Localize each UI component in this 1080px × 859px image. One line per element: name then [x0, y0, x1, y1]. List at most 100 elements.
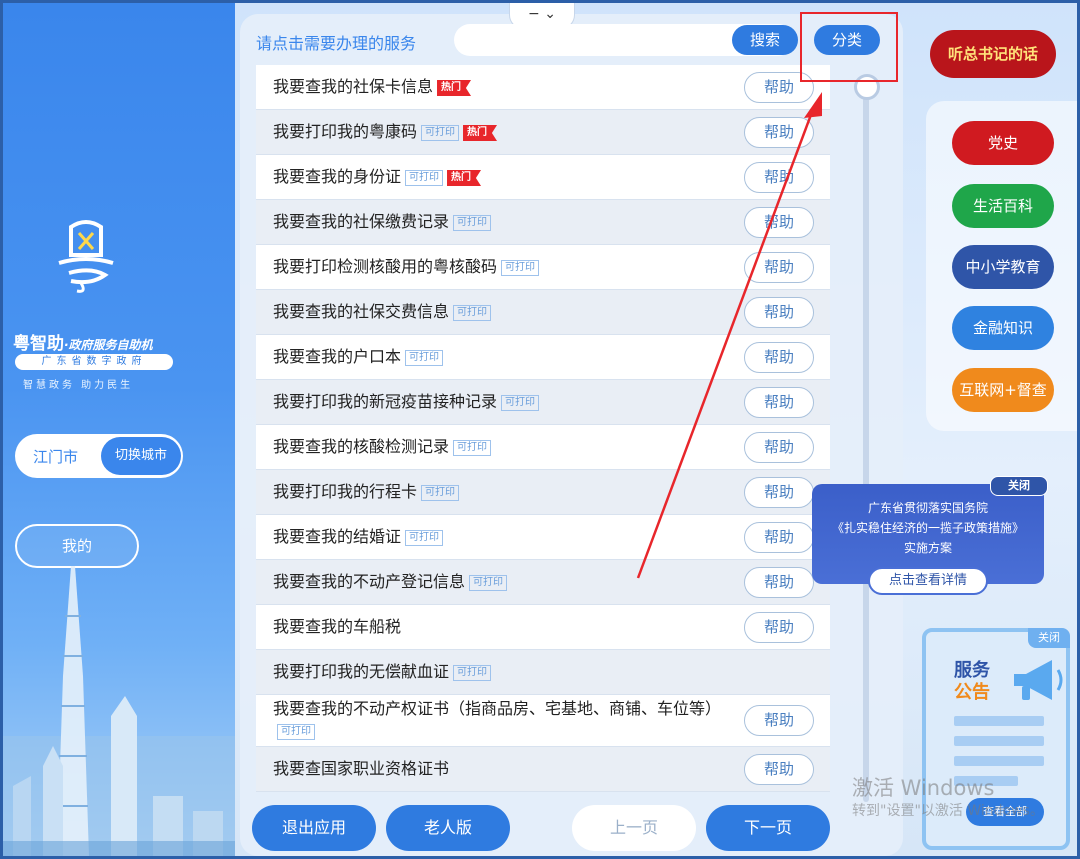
service-row[interactable]: 我要查我的社保卡信息 热门 帮助	[256, 65, 830, 110]
help-button[interactable]: 帮助	[744, 117, 814, 148]
service-label: 我要查国家职业资格证书	[273, 747, 449, 791]
service-text: 我要查国家职业资格证书	[273, 759, 450, 778]
printable-tag: 可打印	[453, 305, 492, 321]
service-row[interactable]: 我要查我的不动产权证书（指商品房、宅基地、商铺、车位等） 可打印 帮助	[256, 695, 830, 747]
service-text: 我要查我的社保交费信息	[273, 302, 450, 321]
view-all-button[interactable]: 查看全部	[966, 798, 1044, 826]
service-text: 我要打印我的新冠疫苗接种记录	[273, 392, 498, 411]
page-prompt: 请点击需要办理的服务	[256, 34, 417, 53]
service-row[interactable]: 我要查我的结婚证 可打印 帮助	[256, 515, 830, 560]
help-button[interactable]: 帮助	[744, 162, 814, 193]
category-finance-knowledge[interactable]: 金融知识	[952, 306, 1054, 350]
notice-detail-button[interactable]: 点击查看详情	[868, 567, 988, 595]
service-label: 我要查我的不动产登记信息 可打印	[273, 560, 508, 604]
help-button[interactable]: 帮助	[744, 522, 814, 553]
service-card-line	[954, 716, 1044, 726]
printable-tag: 可打印	[421, 125, 460, 141]
scrollbar-track[interactable]	[863, 82, 869, 802]
category-life-encyclopedia[interactable]: 生活百科	[952, 184, 1054, 228]
service-list: 我要查我的社保卡信息 热门 帮助 我要打印我的粤康码 可打印 热门 帮助 我要查我的身份证 可打…	[256, 65, 830, 792]
help-button[interactable]: 帮助	[744, 612, 814, 643]
category-button[interactable]: 分类	[814, 25, 880, 55]
city-selector: 江门市 切换城市	[15, 434, 183, 478]
service-text: 我要查我的不动产登记信息	[273, 572, 466, 591]
next-page-button[interactable]: 下一页	[706, 805, 830, 851]
service-announcement-card: 关闭 服务 公告 查看全部	[922, 628, 1070, 850]
service-row[interactable]: 我要查我的社保缴费记录 可打印 帮助	[256, 200, 830, 245]
scrollbar-thumb[interactable]	[854, 74, 880, 100]
service-label: 我要查我的结婚证 可打印	[273, 515, 444, 559]
printable-tag: 可打印	[501, 395, 540, 411]
service-row[interactable]: 我要查我的核酸检测记录 可打印 帮助	[256, 425, 830, 470]
printable-tag: 可打印	[405, 350, 444, 366]
service-row[interactable]: 我要打印检测核酸用的粤核酸码 可打印 帮助	[256, 245, 830, 290]
service-label: 我要查我的不动产权证书（指商品房、宅基地、商铺、车位等） 可打印	[273, 698, 743, 742]
category-party-history[interactable]: 党史	[952, 121, 1054, 165]
megaphone-icon	[1014, 660, 1063, 700]
category-internet-inspection[interactable]: 互联网+督查	[952, 368, 1054, 412]
xi-speech-button[interactable]: 听总书记的话	[930, 30, 1056, 78]
service-text: 我要查我的社保缴费记录	[273, 212, 450, 231]
category-school-education[interactable]: 中小学教育	[952, 245, 1054, 289]
policy-notice-popup: 关闭 广东省贯彻落实国务院 《扎实稳住经济的一揽子政策措施》 实施方案 点击查看…	[812, 476, 1048, 595]
help-button[interactable]: 帮助	[744, 387, 814, 418]
service-text: 我要查我的结婚证	[273, 527, 402, 546]
printable-tag: 可打印	[277, 724, 315, 740]
service-text: 我要打印我的粤康码	[273, 122, 418, 141]
service-label: 我要查我的核酸检测记录 可打印	[273, 425, 492, 469]
service-text: 我要查我的户口本	[273, 347, 402, 366]
help-button[interactable]: 帮助	[744, 432, 814, 463]
service-label: 我要打印我的无偿献血证 可打印	[273, 650, 492, 694]
service-text: 我要打印我的行程卡	[273, 482, 418, 501]
service-card-close-button[interactable]: 关闭	[1028, 628, 1070, 648]
help-button[interactable]: 帮助	[744, 754, 814, 785]
service-text: 我要查我的社保卡信息	[273, 77, 434, 96]
service-row[interactable]: 我要查我的车船税 帮助	[256, 605, 830, 650]
help-button[interactable]: 帮助	[744, 297, 814, 328]
service-label: 我要打印我的粤康码 可打印 热门	[273, 110, 498, 154]
service-label: 我要查我的车船税	[273, 605, 401, 649]
service-row[interactable]: 我要打印我的无偿献血证 可打印	[256, 650, 830, 695]
help-button[interactable]: 帮助	[744, 342, 814, 373]
printable-tag: 可打印	[405, 170, 444, 186]
printable-tag: 可打印	[469, 575, 508, 591]
help-button[interactable]: 帮助	[744, 477, 814, 508]
switch-city-button[interactable]: 切换城市	[101, 437, 181, 475]
service-row[interactable]: 我要查国家职业资格证书 帮助	[256, 747, 830, 792]
brand-slogan: 智慧政务 助力民生	[23, 380, 134, 391]
service-label: 我要查我的社保卡信息 热门	[273, 65, 472, 109]
help-button[interactable]: 帮助	[744, 252, 814, 283]
canton-tower-illustration	[3, 566, 235, 856]
search-button[interactable]: 搜索	[732, 25, 798, 55]
help-button[interactable]: 帮助	[744, 72, 814, 103]
service-label: 我要打印检测核酸用的粤核酸码 可打印	[273, 245, 540, 289]
printable-tag: 可打印	[405, 530, 444, 546]
help-button[interactable]: 帮助	[744, 567, 814, 598]
notice-line-2: 《扎实稳住经济的一揽子政策措施》	[831, 521, 1024, 535]
service-row[interactable]: 我要打印我的新冠疫苗接种记录 可打印 帮助	[256, 380, 830, 425]
service-card-line	[954, 736, 1044, 746]
service-text: 我要打印检测核酸用的粤核酸码	[273, 257, 498, 276]
help-button[interactable]: 帮助	[744, 207, 814, 238]
help-button[interactable]: 帮助	[744, 705, 814, 736]
hot-tag: 热门	[463, 125, 498, 141]
service-text: 我要查我的车船税	[273, 617, 402, 636]
exit-app-button[interactable]: 退出应用	[252, 805, 376, 851]
elder-mode-button[interactable]: 老人版	[386, 805, 510, 851]
service-row[interactable]: 我要查我的身份证 可打印 热门 帮助	[256, 155, 830, 200]
service-label: 我要查我的社保交费信息 可打印	[273, 290, 492, 334]
service-card-line	[954, 756, 1044, 766]
service-row[interactable]: 我要查我的户口本 可打印 帮助	[256, 335, 830, 380]
notice-line-3: 实施方案	[903, 541, 952, 555]
prev-page-button[interactable]: 上一页	[572, 805, 696, 851]
service-row[interactable]: 我要打印我的行程卡 可打印 帮助	[256, 470, 830, 515]
service-row[interactable]: 我要查我的不动产登记信息 可打印 帮助	[256, 560, 830, 605]
notice-close-button[interactable]: 关闭	[990, 476, 1048, 496]
service-row[interactable]: 我要查我的社保交费信息 可打印 帮助	[256, 290, 830, 335]
service-card-line	[954, 776, 1018, 786]
left-sidebar: 粤智助·政府服务自助机 广东省数字政府 智慧政务 助力民生 江门市 切换城市 我…	[3, 3, 235, 856]
service-card-title-2: 公告	[954, 682, 990, 703]
service-text: 我要打印我的无偿献血证	[273, 662, 450, 681]
service-row[interactable]: 我要打印我的粤康码 可打印 热门 帮助	[256, 110, 830, 155]
printable-tag: 可打印	[453, 215, 492, 231]
